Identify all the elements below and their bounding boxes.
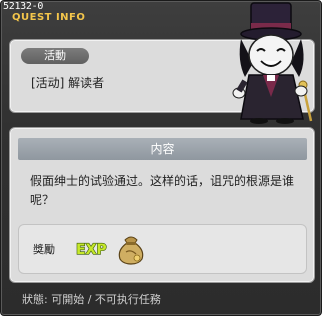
reward-label: 獎勵 xyxy=(33,243,55,256)
exp-icon-text: EXP xyxy=(76,242,107,258)
masked-gentleman-npc-icon[interactable] xyxy=(223,1,322,125)
status-label: 狀態 xyxy=(22,293,44,306)
window-title: QUEST INFO xyxy=(12,12,86,23)
exp-icon[interactable]: EXP xyxy=(75,238,111,258)
content-header: 内容 xyxy=(18,138,307,160)
quest-content-panel: 内容 假面绅士的试验通过。这样的话，诅咒的根源是谁呢？ 獎勵 EXP xyxy=(9,127,315,283)
quest-id: 52132-0 xyxy=(3,1,44,12)
reward-box: 獎勵 EXP xyxy=(18,224,307,274)
quest-info-window: 52132-0 QUEST INFO 活動 [活动] 解读者 内容 假面绅士的试… xyxy=(0,0,322,316)
money-bag-icon[interactable] xyxy=(113,230,149,266)
category-badge: 活動 xyxy=(21,48,89,64)
quest-description: 假面绅士的试验通过。这样的话，诅咒的根源是谁呢？ xyxy=(30,174,295,207)
quest-status-bar: 狀態: 可開始 / 不可执行任務 xyxy=(22,293,161,306)
status-note: 不可执行任務 xyxy=(94,293,161,306)
quest-name: [活动] 解读者 xyxy=(31,76,105,90)
status-value: 可開始 xyxy=(51,293,85,306)
